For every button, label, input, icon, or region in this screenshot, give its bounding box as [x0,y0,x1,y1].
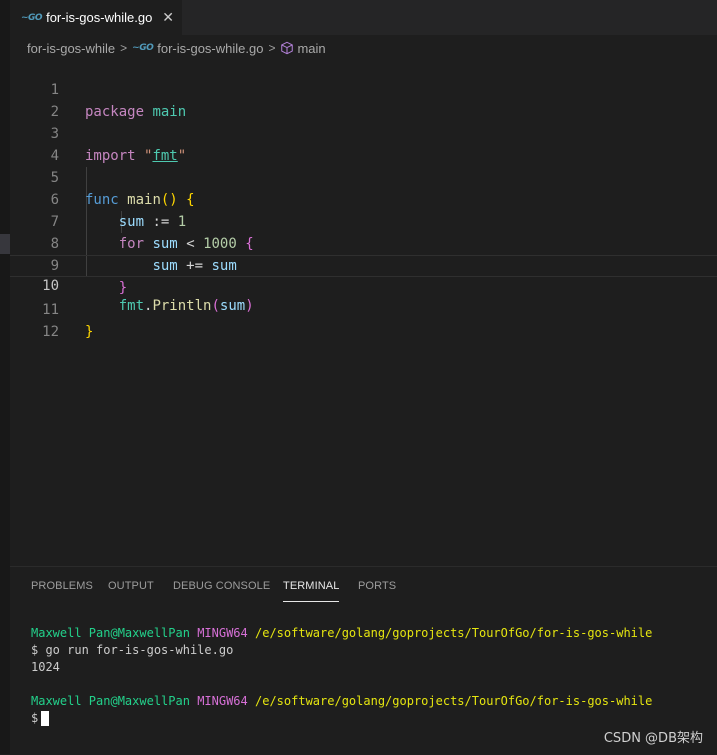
code-line: 7 for sum < 1000 { [10,189,717,252]
code-line: 9 } [10,233,717,296]
editor-tab-active[interactable]: ~GO for-is-gos-while.go ✕ [10,0,182,35]
editor-tab-bar: ~GO for-is-gos-while.go ✕ [10,0,717,35]
chevron-right-icon: > [268,41,276,55]
terminal-env: MINGW64 [197,694,248,708]
terminal-line: Maxwell Pan@MaxwellPan MINGW64 /e/softwa… [31,625,652,642]
terminal-command: $ go run for-is-gos-while.go [31,643,234,657]
terminal-prompt: $ [31,711,39,725]
terminal-user: Maxwell Pan@MaxwellPan [31,626,190,640]
close-icon[interactable]: ✕ [162,11,174,25]
cube-icon [280,41,294,55]
terminal-cursor [41,711,50,726]
activity-strip [0,0,10,754]
code-line: 12 [10,299,717,340]
watermark: CSDN @DB架构 [603,731,703,746]
code-line: 2 [10,79,717,120]
breadcrumb-symbol[interactable]: main [297,41,325,56]
terminal-prompt-line: $ [31,710,50,727]
code-line: 4 [10,123,717,164]
code-line: 11 } [10,277,717,340]
breadcrumb-file[interactable]: for-is-gos-while.go [157,41,263,56]
line-number: 12 [42,324,59,340]
terminal-line: Maxwell Pan@MaxwellPan MINGW64 /e/softwa… [31,693,652,710]
breadcrumb: for-is-gos-while > ~GO for-is-gos-while.… [27,37,326,59]
go-file-icon: ~GO [132,43,154,53]
tab-ports[interactable]: PORTS [358,580,396,592]
code-line: 8 sum += sum [10,211,717,274]
panel-tabs: PROBLEMS OUTPUT DEBUG CONSOLE TERMINAL P… [10,567,717,605]
go-file-icon: ~GO [21,12,43,23]
tab-problems[interactable]: PROBLEMS [31,580,93,592]
code-line: 3 import "fmt" [10,101,717,164]
terminal-path: /e/software/golang/goprojects/TourOfGo/f… [255,694,653,708]
tab-label: for-is-gos-while.go [46,10,153,25]
code-line: 5 func main() { [10,145,717,208]
terminal-user: Maxwell Pan@MaxwellPan [31,694,190,708]
token: } [85,324,94,340]
tab-debug-console[interactable]: DEBUG CONSOLE [173,580,270,592]
tab-terminal[interactable]: TERMINAL [283,580,340,602]
code-editor[interactable]: 1 package main 2 3 import "fmt" 4 5 func… [10,57,717,557]
scroll-marker [0,234,10,254]
breadcrumb-folder[interactable]: for-is-gos-while [27,41,115,56]
code-line: 1 package main [10,57,717,120]
chevron-right-icon: > [120,41,128,55]
code-line: 6 sum := 1 [10,167,717,230]
tab-output[interactable]: OUTPUT [108,580,154,592]
terminal-env: MINGW64 [197,626,248,640]
terminal-path: /e/software/golang/goprojects/TourOfGo/f… [255,626,653,640]
code-line-current: 10 fmt.Println(sum) [10,255,717,314]
terminal-result: 1024 [31,660,60,674]
